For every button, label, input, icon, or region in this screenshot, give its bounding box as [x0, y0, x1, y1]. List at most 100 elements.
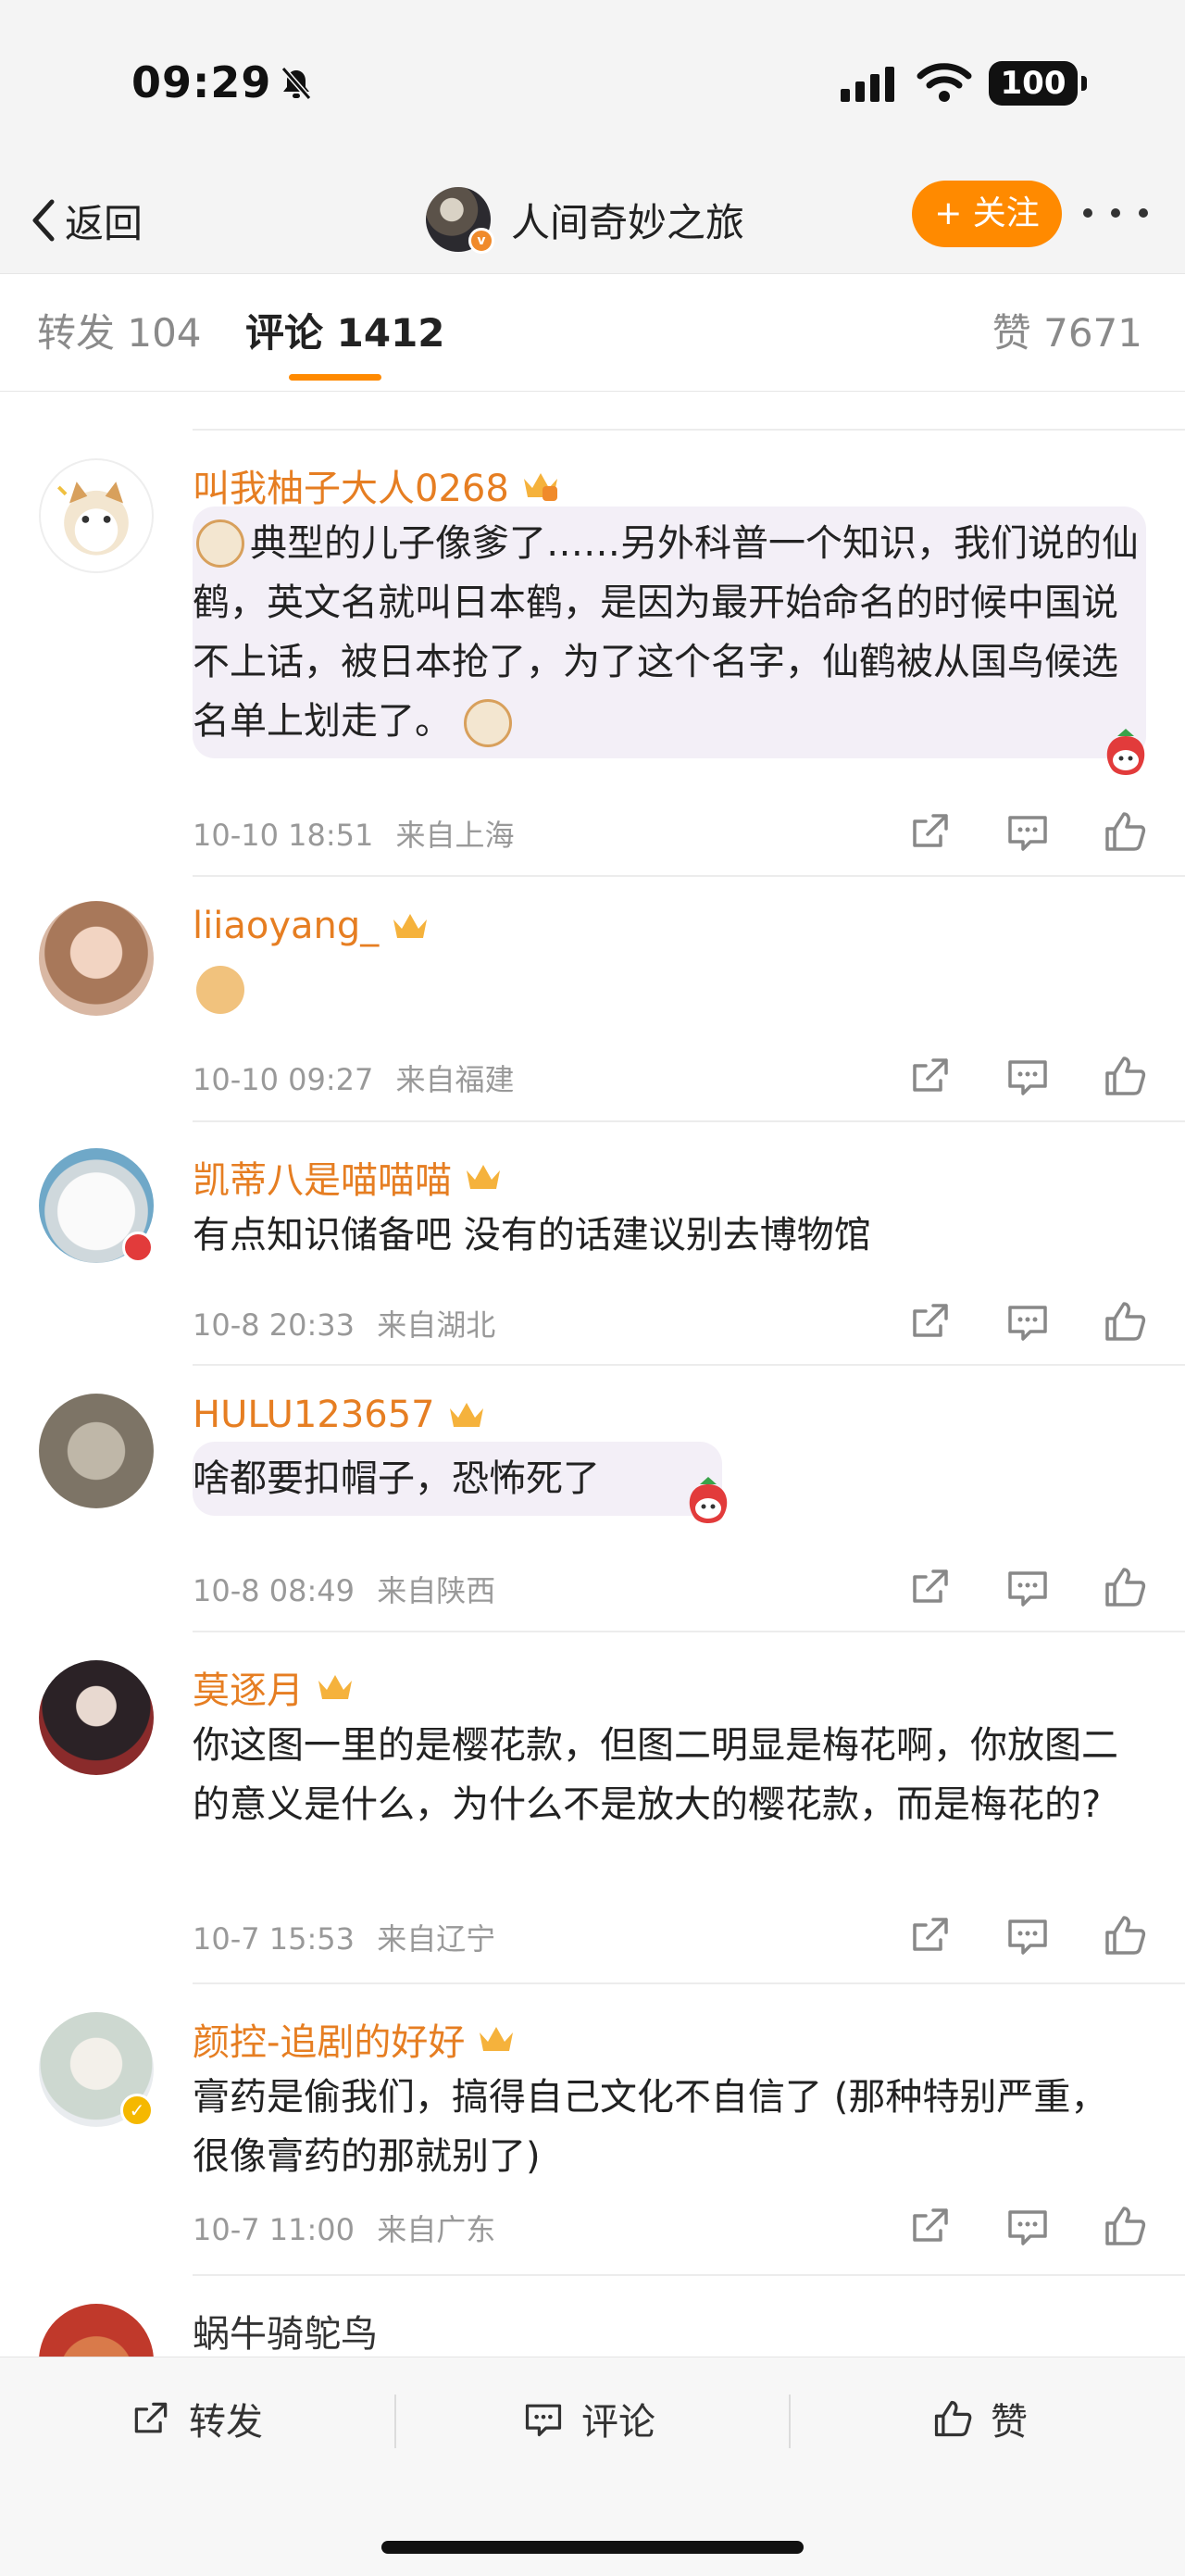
tab-repost[interactable]: 转发 104 [37, 302, 202, 358]
username-row: liiaoyang_ [193, 905, 430, 947]
timestamp: 10-8 20:33 [193, 1307, 356, 1343]
share-icon[interactable] [907, 1564, 954, 1610]
username-row: 叫我柚子大人0268 [193, 458, 561, 512]
divider [394, 2395, 396, 2448]
crown-badge-icon [449, 1403, 483, 1427]
username-row: 莫逐月 [193, 1660, 356, 1714]
comment-text: 有点知识储备吧 没有的话建议别去博物馆 [193, 1214, 871, 1257]
location: 来自福建 [395, 1062, 515, 1097]
username[interactable]: 莫逐月 [193, 1660, 304, 1714]
timestamp: 10-10 18:51 [193, 818, 374, 853]
status-badge [122, 1232, 154, 1263]
like-icon[interactable] [1102, 1053, 1148, 1099]
avatar[interactable] [39, 1148, 154, 1263]
avatar[interactable]: v [426, 187, 494, 254]
username[interactable]: 颜控-追剧的好好 [193, 2012, 465, 2066]
comment-meta: 10-7 15:53 来自辽宁 [193, 1916, 495, 1958]
comment-meta: 10-10 18:51 来自上海 [193, 812, 515, 855]
repost-button[interactable]: 转发 [130, 2393, 263, 2445]
location: 来自上海 [395, 818, 515, 853]
username[interactable]: 叫我柚子大人0268 [193, 458, 509, 512]
comment-icon[interactable] [1004, 1912, 1051, 1958]
avatar[interactable] [39, 458, 154, 573]
cat-emoji-icon [196, 519, 244, 568]
share-icon[interactable] [907, 2203, 954, 2249]
like-button[interactable]: 赞 [931, 2393, 1028, 2445]
username[interactable]: HULU123657 [193, 1394, 435, 1436]
comment-button[interactable]: 评论 [522, 2393, 655, 2445]
comment-meta: 10-10 09:27 来自福建 [193, 1057, 515, 1099]
home-indicator [381, 2541, 804, 2554]
active-tab-indicator [289, 374, 381, 381]
comment-icon[interactable] [1004, 1564, 1051, 1610]
follow-button[interactable]: + 关注 [912, 181, 1062, 247]
share-icon[interactable] [907, 1298, 954, 1344]
avatar[interactable] [39, 2304, 154, 2357]
like-icon [934, 2400, 972, 2437]
like-icon[interactable] [1102, 808, 1148, 855]
comment-icon[interactable] [1004, 1298, 1051, 1344]
avatar[interactable] [39, 1660, 154, 1775]
crown-badge-icon [523, 473, 557, 501]
share-icon[interactable] [907, 1053, 954, 1099]
signal-icon [841, 67, 894, 102]
username-row: HULU123657 [193, 1394, 487, 1436]
share-icon[interactable] [907, 1912, 954, 1958]
bottom-action-bar: 转发 评论 赞 [0, 2357, 1185, 2576]
comment-icon [525, 2404, 562, 2437]
comment-text: 膏药是偷我们，搞得自己文化不自信了 (那种特别严重，很像膏药的那就别了) [193, 2076, 1108, 2178]
username-row: 凯蒂八是喵喵喵 [193, 1150, 504, 1204]
like-icon[interactable] [1102, 1298, 1148, 1344]
verified-badge: ✓ [120, 2094, 154, 2127]
comment-icon[interactable] [1004, 2203, 1051, 2249]
location: 来自辽宁 [377, 1921, 496, 1957]
more-icon[interactable] [1083, 194, 1148, 231]
avatar[interactable]: ✓ [39, 2012, 154, 2127]
like-icon[interactable] [1102, 2203, 1148, 2249]
comment-item: 蜗牛骑鸵鸟 [0, 2276, 1185, 2357]
status-time: 09:29 [131, 57, 272, 107]
like-icon[interactable] [1102, 1564, 1148, 1610]
username[interactable]: 凯蒂八是喵喵喵 [193, 1150, 452, 1204]
comment-actions [907, 1053, 1148, 1099]
comment-icon[interactable] [1004, 808, 1051, 855]
username[interactable]: liiaoyang_ [193, 905, 379, 947]
crown-badge-icon [393, 914, 428, 938]
status-bar: 09:29 100 [0, 0, 1185, 167]
share-icon[interactable] [907, 808, 954, 855]
username[interactable]: 蜗牛骑鸵鸟 [193, 2304, 378, 2357]
avatar[interactable] [39, 901, 154, 1016]
tab-comment[interactable]: 评论 1412 [245, 302, 445, 358]
location: 来自广东 [377, 2212, 496, 2247]
comment-item: 叫我柚子大人0268 典型的儿子像爹了……另外科普一个知识，我们说的仙鹤，英文名… [0, 431, 1185, 877]
profile-header[interactable]: v 人间奇妙之旅 [426, 178, 744, 261]
comment-text: 典型的儿子像爹了……另外科普一个知识，我们说的仙鹤，英文名就叫日本鹤，是因为最开… [193, 514, 1141, 751]
share-icon [134, 2402, 168, 2433]
comment-meta: 10-8 20:33 来自湖北 [193, 1302, 495, 1344]
crown-badge-icon [480, 2027, 514, 2051]
location: 来自湖北 [377, 1307, 496, 1343]
timestamp: 10-8 08:49 [193, 1573, 356, 1608]
tabs-bar: 转发 104 评论 1412 赞 7671 [0, 273, 1185, 392]
comment-item: ✓ 颜控-追剧的好好 膏药是偷我们，搞得自己文化不自信了 (那种特别严重，很像膏… [0, 1984, 1185, 2276]
username-row: 蜗牛骑鸵鸟 [193, 2304, 378, 2357]
doge-emoji-icon [196, 966, 244, 1014]
page-title[interactable]: 人间奇妙之旅 [511, 192, 744, 248]
battery-icon: 100 [989, 61, 1087, 106]
comment-actions [907, 1912, 1148, 1958]
comment-text: 你这图一里的是樱花款，但图二明显是梅花啊，你放图二的意义是什么，为什么不是放大的… [193, 1724, 1118, 1826]
avatar[interactable] [39, 1394, 154, 1508]
verified-badge: v [468, 228, 494, 254]
tab-like[interactable]: 赞 7671 [992, 302, 1142, 358]
back-button[interactable]: 返回 [31, 187, 143, 254]
timestamp: 10-7 11:00 [193, 2212, 356, 2247]
comment-meta: 10-8 08:49 来自陕西 [193, 1568, 495, 1610]
strawberry-sticker-icon [1106, 729, 1145, 775]
crown-badge-icon [467, 1165, 500, 1189]
strawberry-sticker-icon [689, 1477, 728, 1523]
timestamp: 10-7 15:53 [193, 1921, 356, 1957]
like-icon[interactable] [1102, 1912, 1148, 1958]
comment-actions [907, 1298, 1148, 1344]
comment-icon[interactable] [1004, 1053, 1051, 1099]
comment-item: 凯蒂八是喵喵喵 有点知识储备吧 没有的话建议别去博物馆 10-8 20:33 来… [0, 1122, 1185, 1366]
